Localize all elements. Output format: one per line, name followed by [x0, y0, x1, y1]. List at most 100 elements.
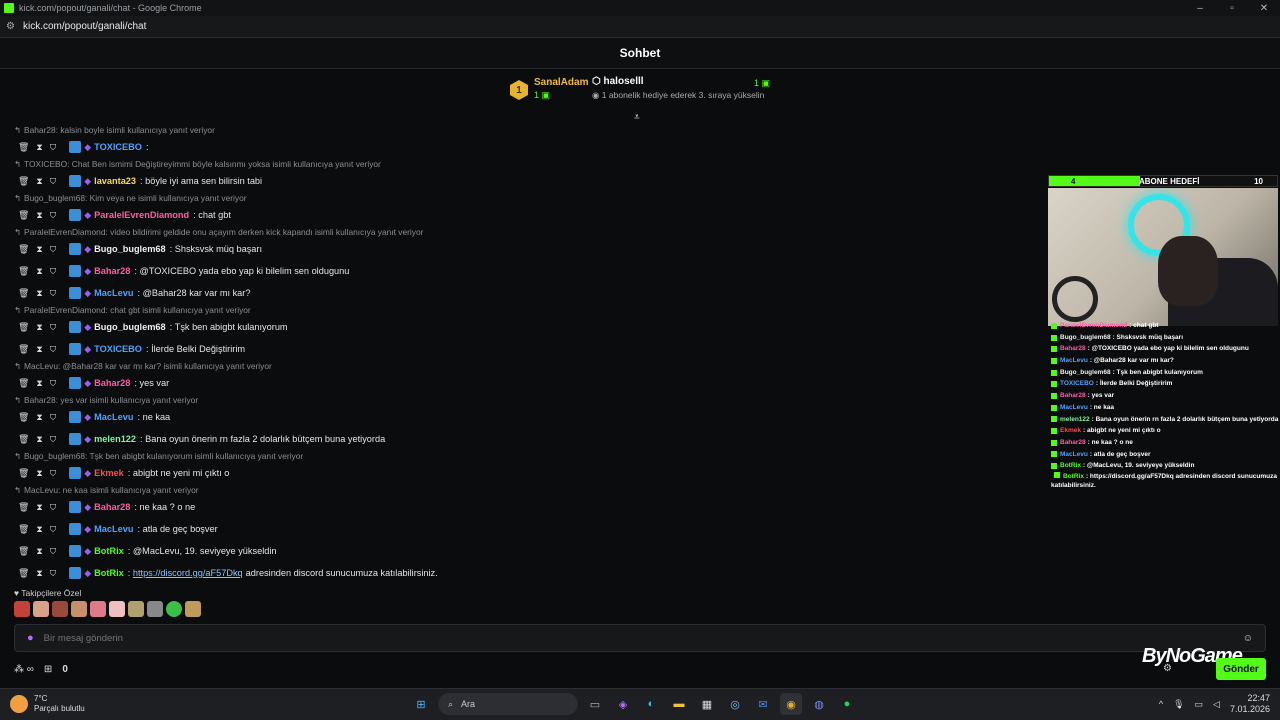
mod-action-icons[interactable]: 🗑⧗⛉ [18, 500, 63, 514]
mod-action-icons[interactable]: 🗑⧗⛉ [18, 264, 63, 278]
emote-icon[interactable] [166, 601, 182, 617]
reply-context[interactable]: ↰ Bahar28: yes var isimli kullanıcıya yan… [14, 395, 714, 406]
mod-action-icons[interactable]: 🗑⧗⛉ [18, 342, 63, 356]
mod-action-icons[interactable]: 🗑⧗⛉ [18, 432, 63, 446]
chat-message[interactable]: 🗑⧗⛉ ◆ MacLevu: @Bahar28 kar var mı kar? [14, 282, 714, 304]
mod-action-icons[interactable]: 🗑⧗⛉ [18, 286, 63, 300]
reply-context[interactable]: ↰ ParalelEvrenDiamond: video bildirimi ge… [14, 227, 714, 238]
chat-username[interactable]: melen122 [94, 432, 136, 446]
site-info-icon[interactable]: ⚙ [6, 21, 15, 32]
chat-username[interactable]: MacLevu [94, 522, 133, 536]
emote-icon[interactable] [185, 601, 201, 617]
emote-icon[interactable] [128, 601, 144, 617]
chat-message[interactable]: 🗑⧗⛉ ◆ melen122: Bana oyun önerin rn fazla … [14, 428, 714, 450]
chat-username[interactable]: TOXICEBO [94, 342, 142, 356]
chat-message[interactable]: 🗑⧗⛉ ◆ BotRix: @MacLevu, 19. seviyeye yükse… [14, 540, 714, 562]
chat-username[interactable]: Ekmek [94, 466, 124, 480]
mod-action-icons[interactable]: 🗑⧗⛉ [18, 320, 63, 334]
mod-action-icons[interactable]: 🗑⧗⛉ [18, 376, 63, 390]
store-icon[interactable]: ▦ [696, 693, 718, 715]
chat-message[interactable]: 🗑⧗⛉ ◆ TOXICEBO: İlerde Belki Değiştiririm [14, 338, 714, 360]
chat-message[interactable]: 🗑⧗⛉ ◆ Bugo_buglem68: Shsksvsk müq başarı [14, 238, 714, 260]
minimize-icon[interactable]: – [1184, 3, 1216, 14]
chat-username[interactable]: lavanta23 [94, 174, 136, 188]
reply-context[interactable]: ↰ TOXICEBO: Chat Ben ismimi Değiştireyimm… [14, 159, 714, 170]
chat-message[interactable]: 🗑⧗⛉ ◆ Bahar28: @TOXICEBO yada ebo yap ki b… [14, 260, 714, 282]
chat-username[interactable]: Bahar28 [94, 376, 130, 390]
task-view-icon[interactable]: ▭ [584, 693, 606, 715]
taskbar-search[interactable]: ⌕ Ara [438, 693, 578, 715]
chat-username[interactable]: ParalelEvrenDiamond [94, 208, 189, 222]
discord-icon[interactable]: ◍ [808, 693, 830, 715]
volume-icon[interactable]: ◁ [1213, 699, 1220, 710]
chat-username[interactable]: TOXICEBO [94, 140, 142, 154]
chat-username[interactable]: Bugo_buglem68 [94, 242, 165, 256]
chat-message[interactable]: 🗑⧗⛉ ◆ Ekmek: abigbt ne yeni mi çıktı o [14, 462, 714, 484]
mic-tray-icon[interactable]: 🎙 [1173, 699, 1184, 710]
chat-username[interactable]: BotRix [94, 544, 124, 558]
mod-action-icons[interactable]: 🗑⧗⛉ [18, 208, 63, 222]
message-input[interactable] [43, 632, 1144, 644]
emote-icon[interactable] [14, 601, 30, 617]
chat-message[interactable]: 🗑⧗⛉ ◆ Bahar28: yes var [14, 372, 714, 394]
address-bar[interactable]: ⚙ kick.com/popout/ganali/chat [0, 16, 1280, 38]
emote-icon[interactable] [109, 601, 125, 617]
reply-context[interactable]: ↰ Bugo_buglem68: Kim veya ne isimli kulla… [14, 193, 714, 204]
reply-context[interactable]: ↰ ParalelEvrenDiamond: chat gbt isimli ku… [14, 305, 714, 316]
chat-message[interactable]: 🗑⧗⛉ ◆ TOXICEBO: [14, 136, 714, 158]
emote-icon[interactable] [147, 601, 163, 617]
emote-icon[interactable] [90, 601, 106, 617]
reply-context[interactable]: ↰ MacLevu: ne kaa isimli kullanıcıya yanı… [14, 485, 714, 496]
chat-username[interactable]: BotRix [94, 566, 124, 580]
points-icon[interactable]: ⁂ ∞ [14, 664, 34, 675]
mod-action-icons[interactable]: 🗑⧗⛉ [18, 174, 63, 188]
gift-sub-icon[interactable]: ⊞ [44, 664, 52, 675]
settings-gear-icon[interactable]: ⚙ [1163, 663, 1172, 674]
chat-message[interactable]: 🗑⧗⛉ ◆ lavanta23: böyle iyi ama sen bilirsi… [14, 170, 714, 192]
scroll-down-icon[interactable]: ⩡ [634, 112, 640, 123]
chrome-icon[interactable]: ◉ [780, 693, 802, 715]
chat-username[interactable]: Bugo_buglem68 [94, 320, 165, 334]
network-icon[interactable]: ▭ [1195, 699, 1204, 710]
emote-icon[interactable] [71, 601, 87, 617]
send-button[interactable]: Gönder [1216, 658, 1266, 680]
reply-context[interactable]: ↰ Bahar28: kalsin boyle isimli kullanıcıy… [14, 125, 714, 136]
clock[interactable]: 22:47 7.01.2026 [1230, 693, 1270, 715]
mod-action-icons[interactable]: 🗑⧗⛉ [18, 410, 63, 424]
mod-action-icons[interactable]: 🗑⧗⛉ [18, 544, 63, 558]
tray-chevron-icon[interactable]: ^ [1159, 699, 1163, 709]
chat-username[interactable]: MacLevu [94, 286, 133, 300]
mod-action-icons[interactable]: 🗑⧗⛉ [18, 466, 63, 480]
chat-message[interactable]: 🗑⧗⛉ ◆ Bahar28: ne kaa ? o ne [14, 496, 714, 518]
mod-action-icons[interactable]: 🗑⧗⛉ [18, 140, 63, 154]
mod-action-icons[interactable]: 🗑⧗⛉ [18, 242, 63, 256]
reply-context[interactable]: ↰ Bugo_buglem68: Tşk ben abigbt kulanıyor… [14, 451, 714, 462]
maximize-icon[interactable]: ▫ [1216, 3, 1248, 14]
chat-message[interactable]: 🗑⧗⛉ ◆ ParalelEvrenDiamond: chat gbt [14, 204, 714, 226]
leaderboard-second[interactable]: ⬡ haloselll ◉ 1 abonelik hediye ederek 3… [592, 76, 764, 101]
chat-username[interactable]: Bahar28 [94, 500, 130, 514]
chat-message[interactable]: 🗑⧗⛉ ◆ BotRix: https://discord.gg/aF57Dkq ad… [14, 562, 714, 584]
file-explorer-icon[interactable]: ▬ [668, 693, 690, 715]
emote-picker-icon[interactable]: ☺ [1243, 633, 1253, 644]
message-link[interactable]: https://discord.gg/aF57Dkq [133, 566, 243, 580]
leaderboard-first[interactable]: 1 SanalAdam 1 ▣ [510, 76, 588, 101]
mod-action-icons[interactable]: 🗑⧗⛉ [18, 566, 63, 580]
chat-username[interactable]: MacLevu [94, 410, 133, 424]
steam-icon[interactable]: ◎ [724, 693, 746, 715]
chat-message[interactable]: 🗑⧗⛉ ◆ MacLevu: ne kaa [14, 406, 714, 428]
spotify-icon[interactable]: ● [836, 693, 858, 715]
edge-icon[interactable]: ◐ [640, 693, 662, 715]
start-icon[interactable]: ⊞ [410, 693, 432, 715]
mail-icon[interactable]: ✉ [752, 693, 774, 715]
chat-username[interactable]: Bahar28 [94, 264, 130, 278]
weather-widget[interactable]: 7°C Parçalı bulutlu [10, 694, 85, 714]
reply-context[interactable]: ↰ MacLevu: @Bahar28 kar var mı kar? isiml… [14, 361, 714, 372]
mod-action-icons[interactable]: 🗑⧗⛉ [18, 522, 63, 536]
chat-message[interactable]: 🗑⧗⛉ ◆ Bugo_buglem68: Tşk ben abigbt kulanı… [14, 316, 714, 338]
mic-icon[interactable]: ● [27, 632, 34, 644]
emote-icon[interactable] [52, 601, 68, 617]
emote-icon[interactable] [33, 601, 49, 617]
chat-message[interactable]: 🗑⧗⛉ ◆ MacLevu: atla de geç boşver [14, 518, 714, 540]
close-icon[interactable]: ✕ [1248, 3, 1280, 14]
